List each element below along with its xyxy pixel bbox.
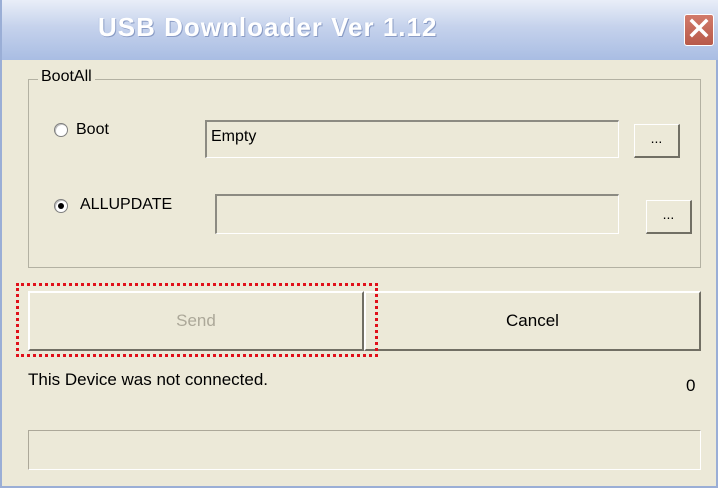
status-count: 0 xyxy=(686,376,696,395)
connection-status: This Device was not connected. xyxy=(28,370,269,389)
close-button[interactable] xyxy=(684,14,714,46)
allupdate-radio[interactable] xyxy=(54,199,68,213)
boot-file-field[interactable]: Empty xyxy=(205,120,619,158)
boot-radio[interactable] xyxy=(54,123,68,137)
allupdate-browse-button[interactable]: ... xyxy=(646,200,692,234)
send-button[interactable]: Send xyxy=(28,291,364,351)
bootall-group-title: BootAll xyxy=(38,68,95,86)
title-bar[interactable]: USB Downloader Ver 1.12 xyxy=(2,0,718,60)
allupdate-file-field[interactable] xyxy=(215,194,619,234)
close-icon xyxy=(688,17,710,44)
bootall-group xyxy=(28,79,701,268)
allupdate-radio-label[interactable]: ALLUPDATE xyxy=(80,196,172,214)
boot-radio-label[interactable]: Boot xyxy=(76,121,109,139)
progress-bar xyxy=(28,430,701,470)
window-title: USB Downloader Ver 1.12 xyxy=(98,12,438,42)
boot-browse-button[interactable]: ... xyxy=(634,124,680,158)
cancel-button[interactable]: Cancel xyxy=(364,291,701,351)
usb-downloader-window: USB Downloader Ver 1.12 BootAll Boot Emp… xyxy=(0,0,718,488)
